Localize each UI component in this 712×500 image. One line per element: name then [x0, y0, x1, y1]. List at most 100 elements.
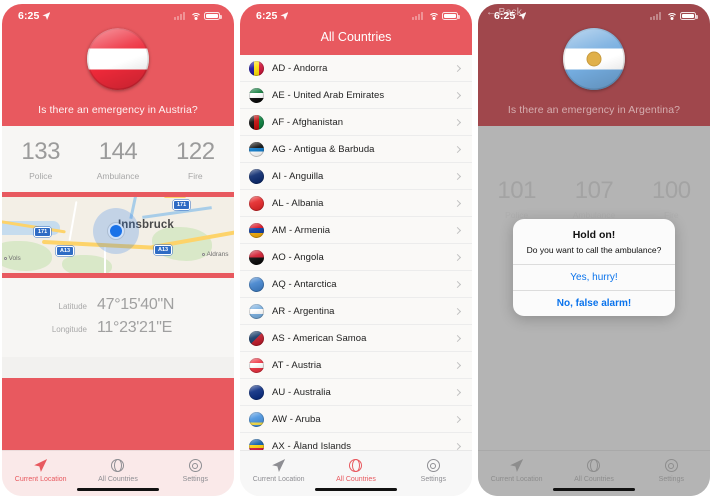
longitude-row: Longitude 11°23'21"E [2, 319, 234, 337]
chevron-right-icon [453, 307, 462, 315]
list-item[interactable]: AI - Anguilla [240, 163, 472, 190]
country-list[interactable]: AD - Andorra AE - United Arab Emirates A… [240, 55, 472, 456]
emergency-question: Is there an emergency in Austria? [38, 104, 198, 116]
chevron-right-icon [453, 118, 462, 126]
emergency-number-police[interactable]: 101 Police [478, 178, 555, 220]
status-bar-right [650, 12, 698, 21]
phone-all-countries: 6:25 All Countries AD - Andorra AE - Uni… [240, 4, 472, 496]
emergency-number-ambulance[interactable]: 144 Ambulance [79, 139, 156, 181]
argentina-flag[interactable] [563, 28, 625, 90]
hero-header-argentina: 6:25 ← Back Is there an emergency in Arg… [478, 4, 710, 126]
chevron-right-icon [453, 361, 462, 369]
tab-all-countries[interactable]: All Countries [317, 457, 394, 483]
list-item[interactable]: AF - Afghanistan [240, 109, 472, 136]
tab-label-current-location: Current Location [14, 476, 67, 483]
dialog-header: Hold on! Do you want to call the ambulan… [513, 219, 675, 264]
road-shield-a13-b: A13 [154, 245, 173, 256]
country-name: AD - Andorra [272, 62, 328, 74]
emergency-number-ambulance[interactable]: 107 Ambulance [555, 178, 632, 220]
emergency-number-police[interactable]: 133 Police [2, 139, 79, 181]
tab-current-location[interactable]: Current Location [240, 457, 317, 483]
tab-all-countries[interactable]: All Countries [555, 457, 632, 483]
current-location-dot [108, 223, 124, 240]
chevron-right-icon [453, 388, 462, 396]
ambulance-number: 144 [98, 138, 138, 165]
home-indicator[interactable] [553, 487, 635, 491]
navigation-arrow-icon [510, 459, 524, 472]
chevron-right-icon [453, 172, 462, 180]
home-indicator[interactable] [77, 487, 159, 491]
list-item[interactable]: AE - United Arab Emirates [240, 82, 472, 109]
back-button[interactable]: ← Back [486, 6, 522, 18]
emergency-numbers-row: 133 Police 144 Ambulance 122 Fire [2, 126, 234, 198]
dialog-message: Do you want to call the ambulance? [526, 245, 662, 255]
emergency-number-fire[interactable]: 122 Fire [157, 139, 234, 181]
country-name: AI - Anguilla [272, 170, 324, 182]
tab-settings[interactable]: Settings [633, 457, 710, 483]
back-label: Back [498, 6, 522, 18]
signal-icon [650, 12, 663, 20]
austria-flag[interactable] [87, 28, 149, 90]
chevron-right-icon [453, 199, 462, 207]
latitude-label: Latitude [58, 302, 87, 312]
confirm-button[interactable]: Yes, hurry! [513, 264, 675, 290]
tab-all-countries[interactable]: All Countries [79, 457, 156, 483]
angola-flag [249, 249, 264, 265]
country-name: AL - Albania [272, 197, 324, 209]
sun-of-may-icon [587, 52, 601, 66]
list-item[interactable]: AG - Antigua & Barbuda [240, 136, 472, 163]
nav-header: 6:25 All Countries [240, 4, 472, 55]
tab-current-location[interactable]: Current Location [2, 457, 79, 483]
latitude-value: 47°15'40"N [97, 296, 175, 314]
tab-label-settings: Settings [182, 476, 208, 483]
emergency-question: Is there an emergency in Argentina? [507, 104, 681, 116]
chevron-right-icon [453, 145, 462, 153]
list-item[interactable]: AQ - Antarctica [240, 271, 472, 298]
list-item[interactable]: AM - Armenia [240, 217, 472, 244]
latitude-row: Latitude 47°15'40"N [2, 296, 234, 314]
signal-icon [412, 12, 425, 20]
signal-icon [174, 12, 187, 20]
country-name: AR - Argentina [272, 305, 335, 317]
chevron-right-icon [453, 415, 462, 423]
country-name: AM - Armenia [272, 224, 331, 236]
tab-settings[interactable]: Settings [157, 457, 234, 483]
tab-current-location[interactable]: Current Location [478, 457, 555, 483]
gear-icon [426, 459, 440, 472]
battery-icon [204, 12, 222, 20]
navigation-arrow-icon [34, 459, 48, 472]
status-bar-right [412, 12, 460, 21]
antarctica-flag [249, 276, 264, 292]
tab-label-current-location: Current Location [490, 476, 543, 483]
longitude-value: 11°23'21"E [97, 319, 173, 337]
list-item[interactable]: AS - American Samoa [240, 325, 472, 352]
location-map[interactable]: 171 171 A13 A13 Vols Aldrans Innsbruck [2, 197, 234, 274]
fire-number: 100 [652, 177, 691, 204]
aruba-flag [249, 411, 264, 427]
tab-settings[interactable]: Settings [395, 457, 472, 483]
afghanistan-flag [249, 114, 264, 130]
tab-label-current-location: Current Location [252, 476, 305, 483]
status-bar: 6:25 [240, 4, 472, 26]
list-item[interactable]: AD - Andorra [240, 55, 472, 82]
battery-icon [442, 12, 460, 20]
chevron-right-icon [453, 64, 462, 72]
red-filler [2, 378, 234, 450]
list-item[interactable]: AU - Australia [240, 379, 472, 406]
road-shield-171-a: 171 [34, 227, 52, 238]
emergency-number-fire[interactable]: 100 Fire [633, 178, 710, 220]
home-indicator[interactable] [315, 487, 397, 491]
road-shield-a13-a: A13 [56, 246, 75, 257]
dialog-title: Hold on! [572, 229, 616, 241]
list-item[interactable]: AL - Albania [240, 190, 472, 217]
albania-flag [249, 195, 264, 211]
list-item[interactable]: AO - Angola [240, 244, 472, 271]
ambulance-number: 107 [574, 177, 614, 204]
list-item[interactable]: AR - Argentina [240, 298, 472, 325]
uae-flag [249, 87, 264, 103]
cancel-button[interactable]: No, false alarm! [513, 290, 675, 316]
list-item[interactable]: AW - Aruba [240, 406, 472, 433]
list-item[interactable]: AT - Austria [240, 352, 472, 379]
back-arrow-icon: ← [486, 6, 497, 18]
hero-header-austria: 6:25 Is there an emergency in Austria? [2, 4, 234, 126]
